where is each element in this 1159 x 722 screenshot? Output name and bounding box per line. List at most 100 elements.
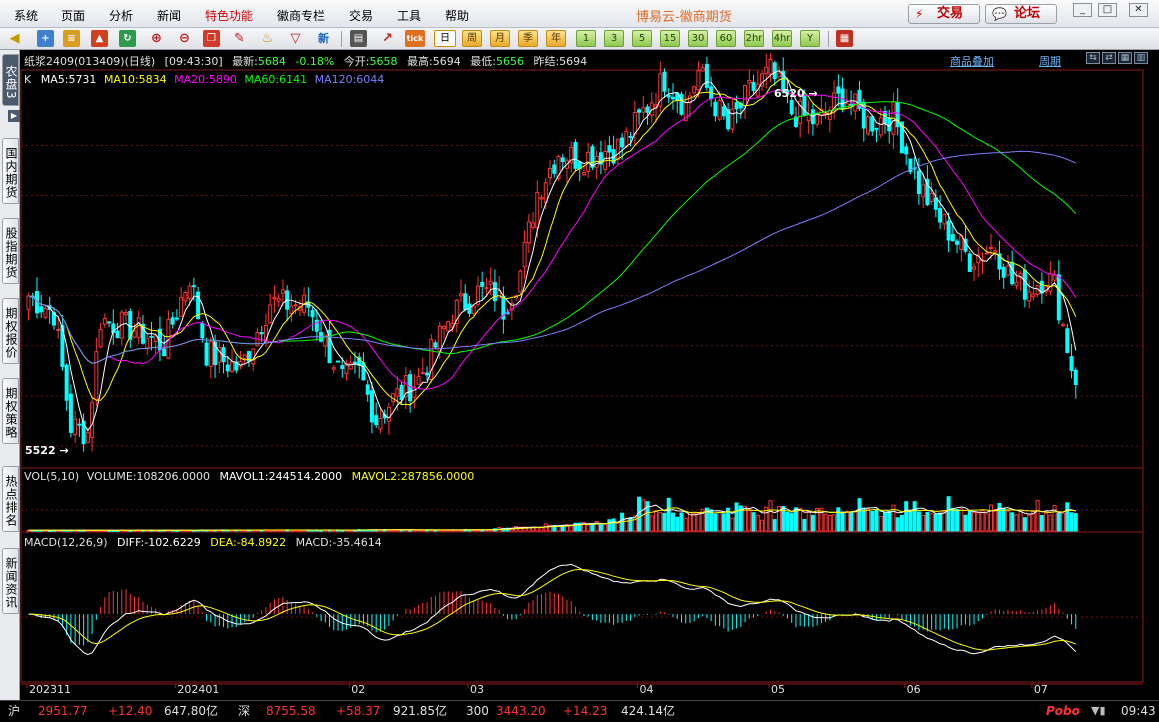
tab-option-strategy[interactable]: 期权策略 [2,378,19,444]
menu-column[interactable]: 徽商专栏 [277,7,325,24]
dea-value: DEA:-84.8922 [210,536,287,549]
mavol1-value: MAVOL1:244514.2000 [219,470,343,483]
pobo-logo: Pobo [1046,704,1080,718]
draw-icon[interactable]: ✎ [231,30,248,47]
sz-label: 深 [238,704,251,718]
close-button[interactable]: ✕ [1129,3,1148,17]
candle-body [242,354,247,359]
candle-body [552,164,557,174]
period-5min[interactable]: 5 [632,30,652,47]
volume-bar [849,511,854,532]
volume-bar [1022,517,1027,532]
bell-icon[interactable]: ♨ [259,30,276,47]
menu-analysis[interactable]: 分析 [109,7,133,24]
forum-button[interactable]: 💬 论坛 [985,4,1057,24]
minimize-button[interactable]: _ [1073,3,1092,17]
tab-hot-ranking[interactable]: 热点排名 [2,466,19,532]
volume-bar [878,516,883,532]
menu-trade[interactable]: 交易 [349,7,373,24]
period-15min[interactable]: 15 [660,30,680,47]
period-quarter[interactable]: 季 [518,30,538,47]
candle-body [73,418,78,436]
kline-svg[interactable]: 202311 202401 02 03 04 05 06 07 [20,50,1159,700]
high-annotation: 6520 → [774,87,818,100]
menu-news[interactable]: 新闻 [157,7,181,24]
volume-bar [938,512,943,532]
candle-body [942,214,947,225]
tab-index-futures[interactable]: 股指期货 [2,218,19,284]
period-3min[interactable]: 3 [604,30,624,47]
trade-button[interactable]: ⚡ 交易 [908,4,980,24]
candle-body [179,297,184,317]
window-icon[interactable]: ❐ [203,30,220,47]
tab-news[interactable]: 新闻资讯 [2,548,19,614]
menu-page[interactable]: 页面 [61,7,85,24]
status-time: 09:43 [1121,704,1156,718]
candle-body [747,79,752,84]
tick-icon[interactable]: tick [405,30,425,47]
volume-bar [853,511,858,532]
candle-body [416,376,421,385]
volume-bar [615,522,620,532]
period-1min[interactable]: 1 [576,30,596,47]
back-icon[interactable]: ◀ [6,30,23,47]
chart-area[interactable]: 纸浆2409(013409)(日线) [09:43:30] 最新:5684 -0… [20,50,1159,700]
candle-body [56,328,61,331]
candle-body [268,304,273,324]
rise-icon[interactable]: ▲ [91,30,108,47]
tab-agri[interactable]: 农盘3 [2,54,19,106]
candle-body [480,281,485,287]
cross-icon[interactable]: + [37,30,54,47]
candle-body [136,317,141,338]
new-icon[interactable]: 新 [315,30,332,47]
candle-body [259,332,264,335]
volume-bar [670,512,675,532]
filter-icon[interactable]: ▽ [287,30,304,47]
candle-body [272,296,277,300]
menu-help[interactable]: 帮助 [445,7,469,24]
candle-body [670,96,675,100]
chart-icon[interactable]: ↗ [379,30,396,47]
period-30min[interactable]: 30 [688,30,708,47]
zoom-in-icon[interactable]: ⊕ [148,30,165,47]
period-60min[interactable]: 60 [716,30,736,47]
period-4hr[interactable]: 4hr [772,30,792,47]
db-icon[interactable]: ≡ [63,30,80,47]
refresh-icon[interactable]: ↻ [119,30,136,47]
play-icon[interactable]: ▶ [8,110,20,122]
app-brand-title: 博易云-徽商期货 [636,10,732,25]
menu-system[interactable]: 系统 [14,7,38,24]
i300-amount: 424.14亿 [621,704,675,718]
arrow-right-icon: → [808,87,818,100]
list-icon[interactable]: ▤ [350,30,367,47]
chat-icon: 💬 [992,7,1007,21]
tab-domestic-futures[interactable]: 国内期货 [2,138,19,204]
zoom-out-icon[interactable]: ⊖ [176,30,193,47]
maximize-button[interactable]: □ [1098,3,1117,17]
period-month[interactable]: 月 [490,30,510,47]
calendar-icon[interactable]: ▦ [836,30,853,47]
period-y[interactable]: Y [800,30,820,47]
toolbar-separator [341,31,342,47]
candle-body [972,266,977,270]
volume-bar [840,511,845,532]
period-2hr[interactable]: 2hr [744,30,764,47]
volume-bar [1044,512,1049,532]
candle-body [573,141,578,169]
dea-line [28,568,1076,651]
candle-body [39,306,44,313]
volume-bar [904,501,909,532]
menu-tools[interactable]: 工具 [397,7,421,24]
period-week[interactable]: 周 [462,30,482,47]
candle-body [85,432,90,443]
volume-bar [658,512,663,532]
volume-bar [955,508,960,532]
period-day[interactable]: 日 [434,30,456,47]
volume-bar [908,510,913,532]
tab-option-quotes[interactable]: 期权报价 [2,298,19,364]
candle-body [921,184,926,198]
volume-bar [747,508,752,532]
menu-special[interactable]: 特色功能 [205,7,253,24]
candle-body [293,304,298,307]
period-year[interactable]: 年 [546,30,566,47]
